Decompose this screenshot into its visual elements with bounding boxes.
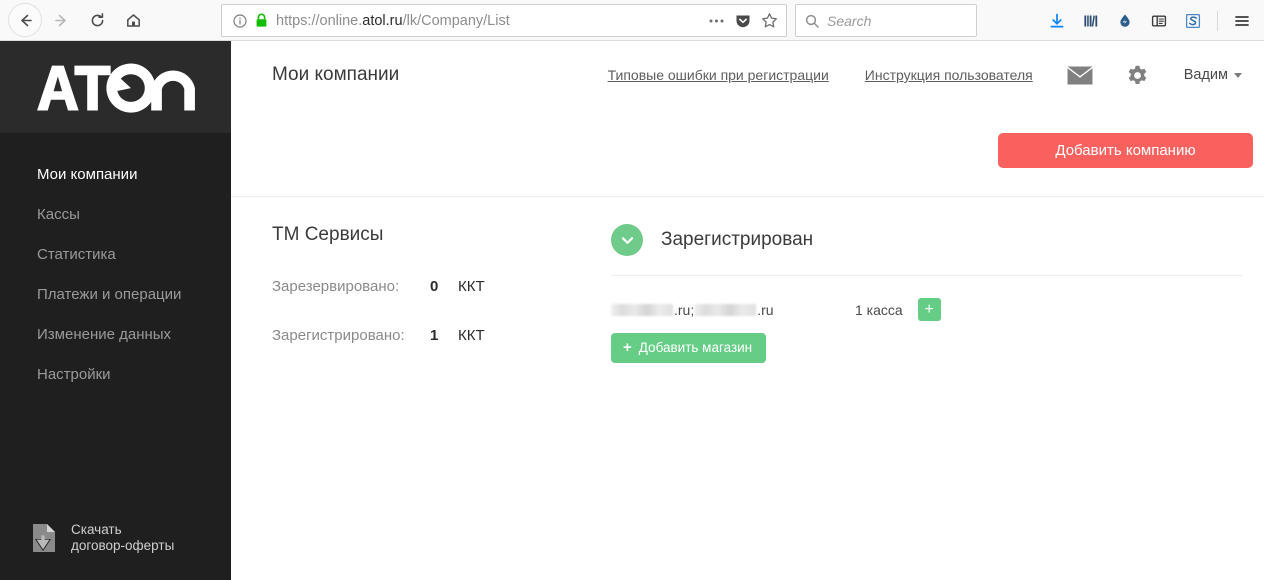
- envelope-icon[interactable]: [1067, 66, 1093, 85]
- company-card: ТМ Сервисы Зарезервировано: 0 ККТ Зареги…: [231, 197, 1264, 363]
- sidebar-item-my-companies[interactable]: Мои компании: [0, 155, 231, 195]
- shop-domain-suffix-1: .ru;: [674, 301, 695, 318]
- star-icon[interactable]: [761, 12, 778, 29]
- add-company-row: Добавить компанию: [231, 109, 1264, 168]
- sidebar-item-statistics[interactable]: Статистика: [0, 235, 231, 275]
- atol-logo-icon: [36, 63, 195, 113]
- downloads-icon[interactable]: [1041, 5, 1073, 37]
- sidebar-item-settings[interactable]: Настройки: [0, 355, 231, 395]
- chevron-down-icon: [1234, 72, 1242, 78]
- atol-logo[interactable]: [0, 41, 231, 133]
- link-user-manual[interactable]: Инструкция пользователя: [865, 67, 1033, 83]
- search-placeholder: Search: [827, 12, 872, 29]
- main-content: Мои компании Типовые ошибки при регистра…: [231, 41, 1264, 580]
- page-header: Мои компании Типовые ошибки при регистра…: [231, 41, 1264, 109]
- status-divider: [611, 275, 1242, 276]
- add-kassa-button[interactable]: +: [917, 298, 941, 321]
- address-bar[interactable]: https://online.atol.ru/lk/Company/List: [221, 4, 787, 37]
- redacted-domain-2: [694, 303, 757, 316]
- shop-domains: .ru; .ru: [611, 302, 855, 318]
- url-prefix: https://online.: [276, 12, 363, 29]
- sidebar-icon[interactable]: [1143, 5, 1175, 37]
- app-container: Мои компании Кассы Статистика Платежи и …: [0, 41, 1264, 580]
- status-badge: Зарегистрирован: [661, 229, 814, 250]
- page-title: Мои компании: [272, 64, 400, 85]
- status-row[interactable]: Зарегистрирован: [611, 224, 1242, 256]
- document-download-icon: [33, 524, 55, 552]
- extension-s-icon[interactable]: [1177, 5, 1209, 37]
- add-company-button[interactable]: Добавить компанию: [998, 133, 1253, 168]
- search-icon: [805, 14, 819, 28]
- stat-registered-value: 1: [430, 327, 439, 344]
- download-contract-label: Скачать договор-оферты: [71, 522, 175, 553]
- stat-registered-unit: ККТ: [458, 327, 485, 344]
- stat-reserved-unit: ККТ: [458, 278, 485, 295]
- company-info-column: ТМ Сервисы Зарезервировано: 0 ККТ Зареги…: [272, 224, 611, 363]
- company-status-column: Зарегистрирован .ru; .ru 1 касса + + Доба…: [611, 224, 1242, 363]
- sidebar-item-cash-registers[interactable]: Кассы: [0, 195, 231, 235]
- download-contract-link[interactable]: Скачать договор-оферты: [30, 522, 174, 554]
- chevron-down-circle-icon[interactable]: [611, 224, 643, 256]
- reload-icon[interactable]: [80, 3, 114, 37]
- pocket-save-icon[interactable]: [1109, 5, 1141, 37]
- gear-icon[interactable]: [1127, 65, 1148, 86]
- forward-arrow-icon[interactable]: [44, 3, 78, 37]
- hamburger-menu-icon[interactable]: [1226, 5, 1258, 37]
- sidebar-item-data-change[interactable]: Изменение данных: [0, 315, 231, 355]
- browser-toolbar: https://online.atol.ru/lk/Company/List S…: [0, 0, 1264, 41]
- address-bar-actions: [702, 12, 778, 29]
- back-arrow-icon[interactable]: [8, 3, 42, 37]
- stat-reserved: Зарезервировано: 0 ККТ: [272, 278, 611, 295]
- browser-toolbar-right: [1041, 0, 1258, 41]
- header-actions: Типовые ошибки при регистрации Инструкци…: [572, 65, 1242, 86]
- shop-row: .ru; .ru 1 касса +: [611, 298, 1242, 321]
- sidebar-item-payments[interactable]: Платежи и операции: [0, 275, 231, 315]
- sidebar: Мои компании Кассы Статистика Платежи и …: [0, 41, 231, 580]
- url-text: https://online.atol.ru/lk/Company/List: [272, 13, 702, 29]
- user-name: Вадим: [1183, 67, 1228, 83]
- plus-icon: +: [623, 339, 632, 356]
- sidebar-nav: Мои компании Кассы Статистика Платежи и …: [0, 133, 231, 395]
- pocket-icon[interactable]: [735, 13, 751, 29]
- lock-icon[interactable]: [250, 13, 272, 28]
- link-registration-errors[interactable]: Типовые ошибки при регистрации: [608, 67, 829, 83]
- ellipsis-icon[interactable]: [708, 18, 725, 24]
- url-host: atol.ru: [362, 12, 403, 29]
- add-shop-button[interactable]: + Добавить магазин: [611, 333, 767, 363]
- search-box[interactable]: Search: [795, 4, 977, 37]
- add-shop-label: Добавить магазин: [638, 340, 753, 355]
- shop-domain-suffix-2: .ru: [757, 301, 774, 318]
- user-menu[interactable]: Вадим: [1184, 67, 1242, 83]
- url-path: /lk/Company/List: [402, 12, 510, 29]
- info-icon[interactable]: [230, 13, 250, 28]
- library-icon[interactable]: [1075, 5, 1107, 37]
- home-icon[interactable]: [116, 3, 150, 37]
- kassa-count: 1 касса: [855, 301, 903, 318]
- stat-reserved-value: 0: [430, 278, 439, 295]
- stat-reserved-label: Зарезервировано:: [272, 278, 400, 295]
- stat-registered-label: Зарегистрировано:: [272, 327, 405, 344]
- redacted-domain-1: [611, 303, 673, 316]
- company-grid: ТМ Сервисы Зарезервировано: 0 ККТ Зареги…: [272, 197, 1242, 363]
- stat-registered: Зарегистрировано: 1 ККТ: [272, 327, 611, 344]
- company-name: ТМ Сервисы: [272, 224, 384, 245]
- navigation-buttons: [8, 3, 150, 37]
- toolbar-divider: [1217, 10, 1218, 31]
